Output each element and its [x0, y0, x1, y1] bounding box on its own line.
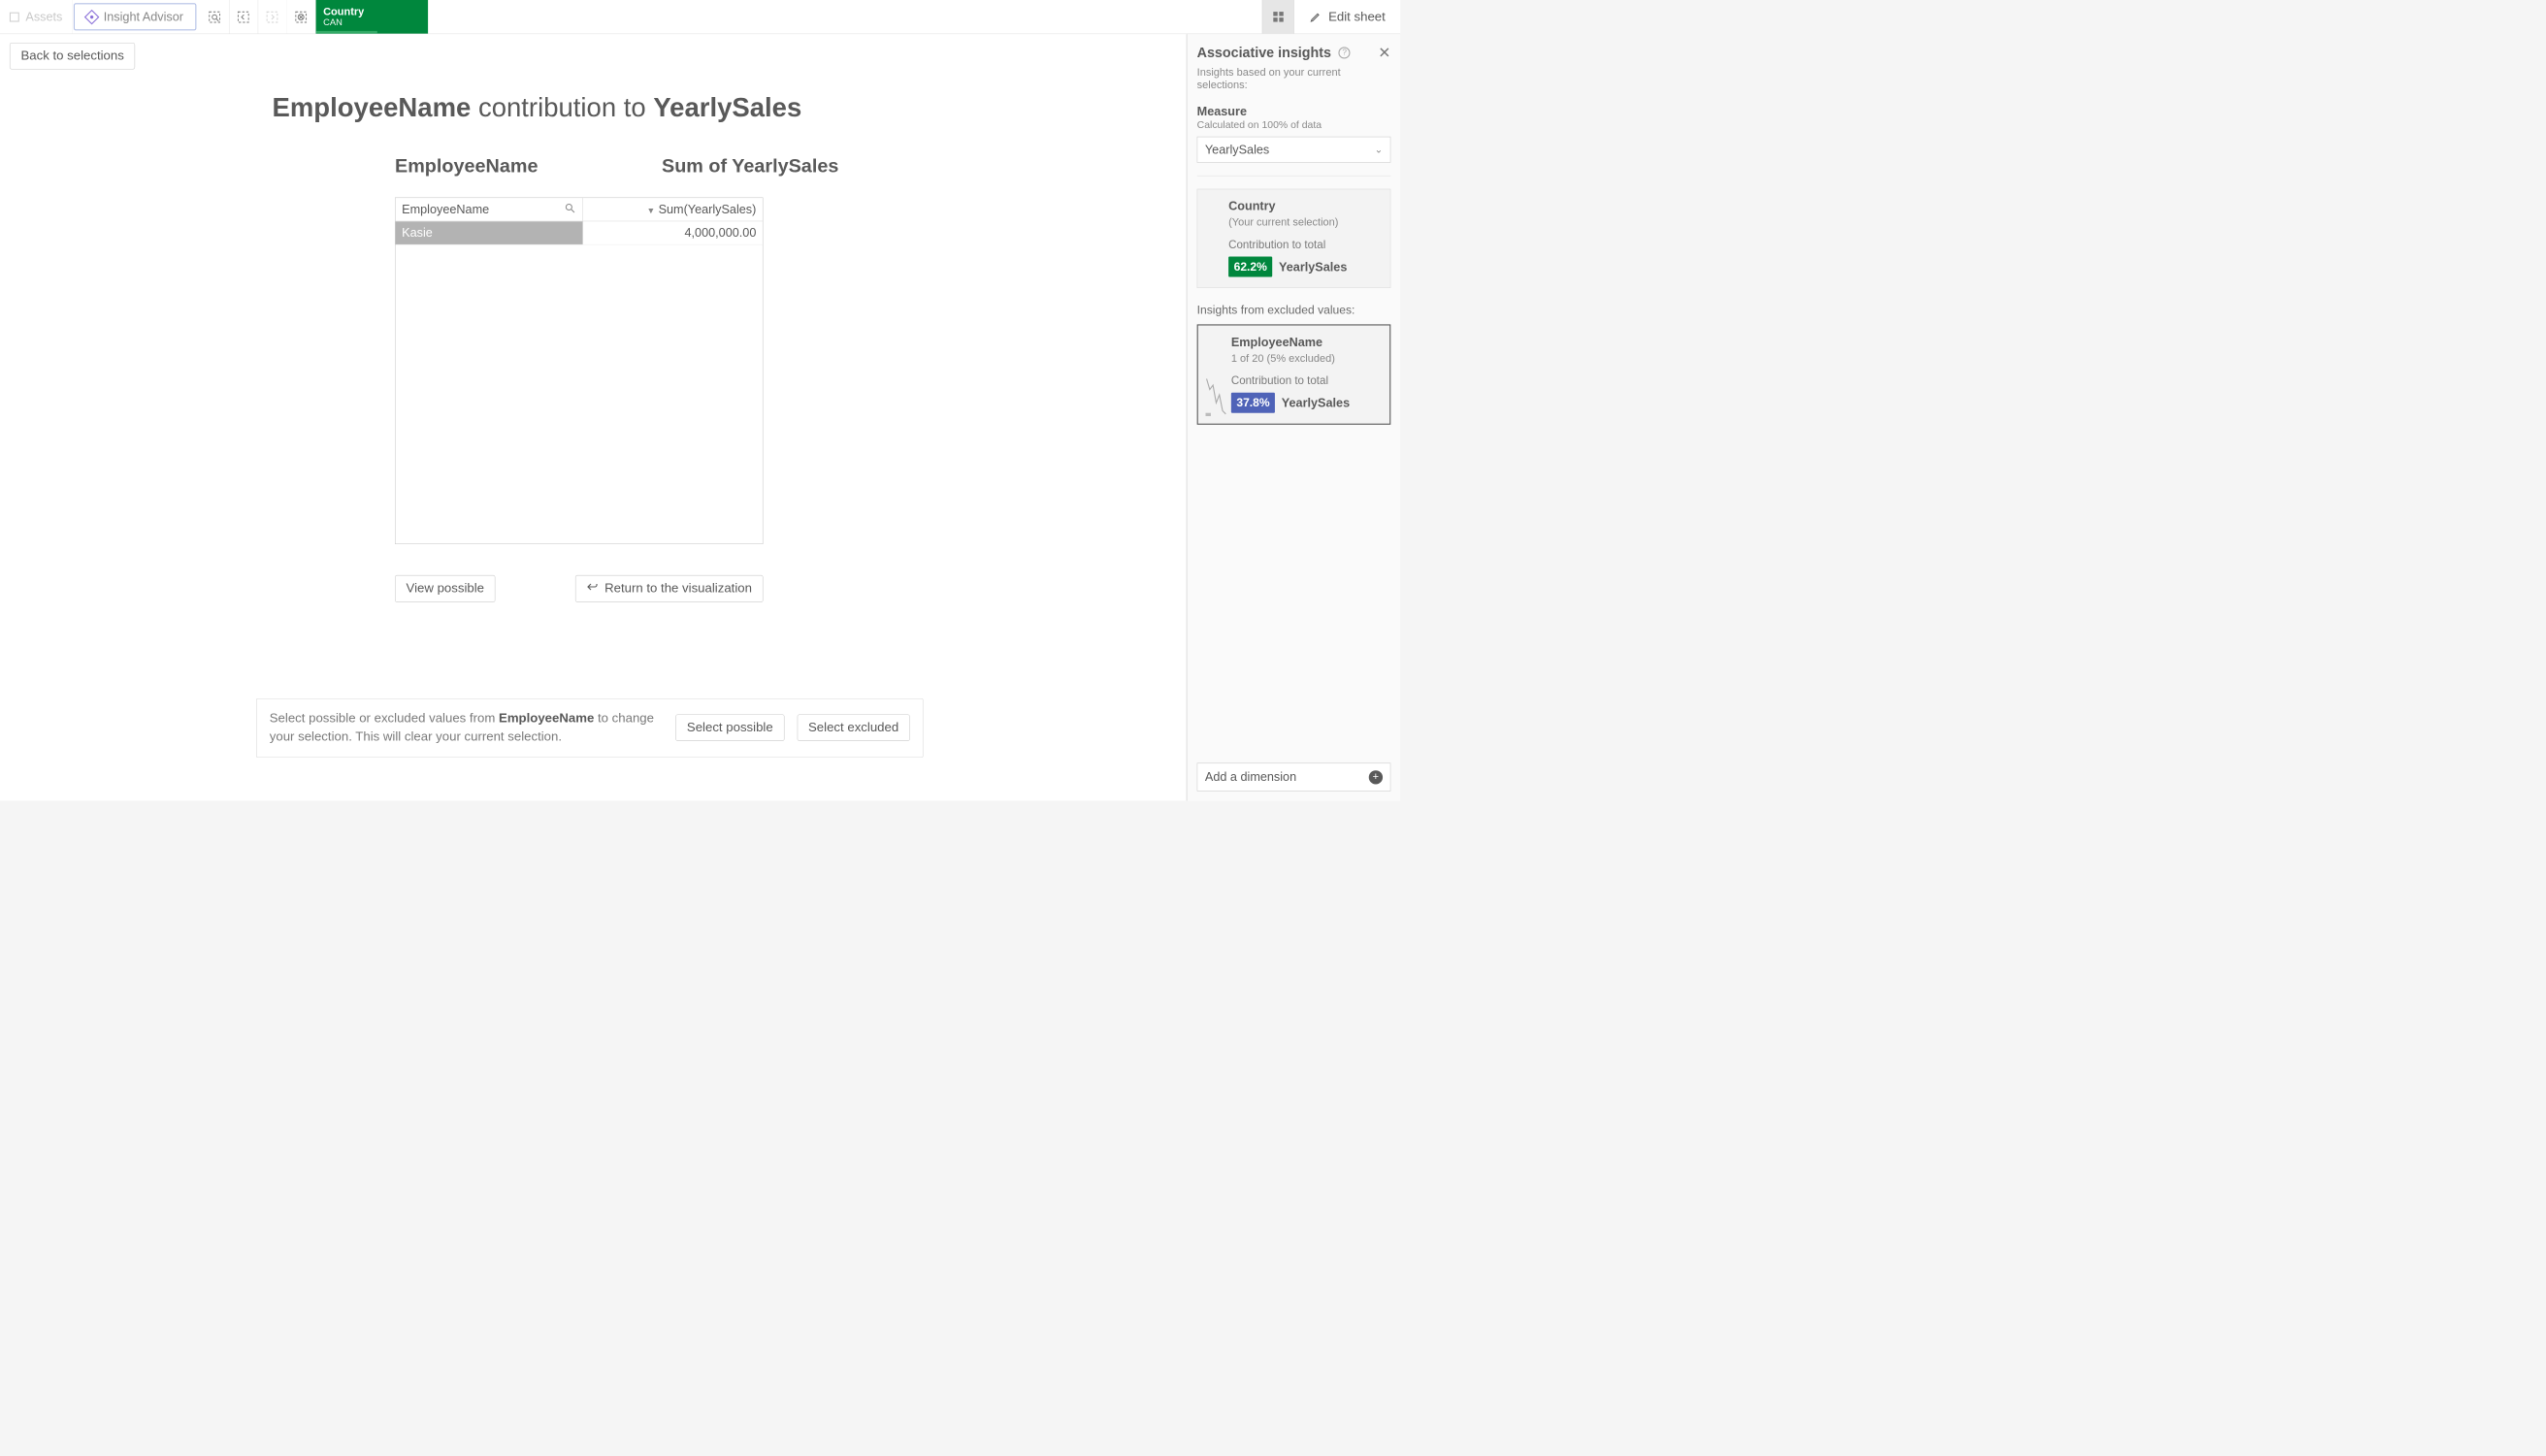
detail-table: EmployeeName ▼Sum(YearlySales): [395, 198, 764, 544]
card-excluded-title: EmployeeName: [1231, 335, 1379, 349]
card-selection-contrib-label: Contribution to total: [1228, 239, 1380, 251]
return-arrow-icon: [586, 581, 598, 597]
associative-insights-toggle[interactable]: [1262, 0, 1294, 34]
step-back-icon: [237, 10, 250, 23]
measure-label: Measure: [1197, 104, 1391, 118]
excluded-section-title: Insights from excluded values:: [1197, 303, 1391, 316]
insight-advisor-button[interactable]: Insight Advisor: [74, 3, 196, 30]
plus-circle-icon: +: [1369, 770, 1383, 784]
select-excluded-button[interactable]: Select excluded: [797, 715, 909, 742]
add-dimension-label: Add a dimension: [1205, 770, 1296, 785]
insight-advisor-icon: [84, 10, 100, 25]
add-dimension-button[interactable]: Add a dimension +: [1197, 763, 1391, 792]
help-icon[interactable]: ?: [1339, 47, 1351, 58]
card-excluded-pct-badge: 37.8%: [1231, 393, 1275, 413]
assets-icon: [10, 12, 19, 21]
clear-selections-icon: [294, 10, 308, 23]
insight-card-excluded[interactable]: EmployeeName 1 of 20 (5% excluded) Contr…: [1197, 324, 1391, 424]
title-dimension: EmployeeName: [273, 92, 472, 122]
cell-sum: 4,000,000.00: [582, 221, 763, 244]
footer-hint-text: Select possible or excluded values from …: [270, 709, 663, 746]
view-possible-label: View possible: [407, 581, 484, 596]
selection-tag-value: CAN: [323, 16, 390, 27]
panel-title: Associative insights: [1197, 45, 1331, 61]
assets-button[interactable]: Assets: [0, 0, 73, 34]
view-possible-button[interactable]: View possible: [395, 575, 496, 602]
step-back-button[interactable]: [229, 0, 258, 34]
assets-label: Assets: [25, 10, 62, 24]
step-forward-button: [258, 0, 287, 34]
table-header-dimension[interactable]: EmployeeName: [396, 198, 582, 221]
card-selection-pct-badge: 62.2%: [1228, 257, 1272, 277]
column-heading-sum: Sum of YearlySales: [662, 155, 849, 178]
chevron-down-icon: ⌄: [1375, 145, 1383, 156]
select-possible-button[interactable]: Select possible: [675, 715, 784, 742]
footer-hint-bar: Select possible or excluded values from …: [256, 698, 924, 758]
panel-subtitle: Insights based on your current selection…: [1197, 67, 1391, 91]
edit-sheet-label: Edit sheet: [1328, 10, 1386, 24]
clear-selections-button[interactable]: [287, 0, 316, 34]
measure-select[interactable]: YearlySales ⌄: [1197, 137, 1391, 163]
insight-advisor-label: Insight Advisor: [104, 10, 183, 24]
measure-select-value: YearlySales: [1205, 143, 1269, 157]
measure-hint: Calculated on 100% of data: [1197, 119, 1391, 131]
select-possible-label: Select possible: [687, 721, 773, 735]
back-to-selections-label: Back to selections: [20, 49, 123, 63]
title-middle: contribution to: [471, 92, 653, 122]
table-header-sum-label: Sum(YearlySales): [659, 202, 757, 215]
table-header-dimension-label: EmployeeName: [402, 202, 489, 215]
panel-separator: [1197, 176, 1391, 177]
card-selection-sub: (Your current selection): [1228, 216, 1380, 229]
select-excluded-label: Select excluded: [808, 721, 898, 735]
table-header-sum[interactable]: ▼Sum(YearlySales): [582, 198, 763, 221]
sparkline-icon: [1205, 373, 1226, 416]
card-excluded-contrib-label: Contribution to total: [1231, 374, 1379, 387]
insight-card-selection[interactable]: Country (Your current selection) Contrib…: [1197, 189, 1391, 288]
top-toolbar: Assets Insight Advisor Country CAN: [0, 0, 1400, 34]
page-title: EmployeeName contribution to YearlySales: [273, 92, 1187, 123]
column-heading-dimension: EmployeeName: [395, 155, 662, 178]
pencil-icon: [1309, 11, 1322, 23]
cell-dimension: Kasie: [396, 221, 582, 244]
card-excluded-sub: 1 of 20 (5% excluded): [1231, 353, 1379, 366]
back-to-selections-button[interactable]: Back to selections: [10, 43, 135, 70]
selection-tag-country[interactable]: Country CAN: [315, 0, 428, 34]
insights-grid-icon: [1273, 12, 1283, 21]
edit-sheet-button[interactable]: Edit sheet: [1294, 0, 1400, 34]
return-to-visualization-label: Return to the visualization: [604, 581, 752, 596]
card-selection-measure: YearlySales: [1279, 260, 1347, 275]
table-row[interactable]: Kasie 4,000,000.00: [396, 221, 763, 244]
footer-dim: EmployeeName: [499, 711, 594, 726]
close-icon[interactable]: ✕: [1378, 44, 1390, 61]
card-selection-title: Country: [1228, 199, 1380, 213]
title-measure: YearlySales: [653, 92, 801, 122]
step-forward-icon: [265, 10, 278, 23]
table-empty-area: [396, 244, 763, 543]
return-to-visualization-button[interactable]: Return to the visualization: [575, 575, 764, 602]
sort-desc-icon: ▼: [647, 207, 656, 216]
search-icon[interactable]: [564, 202, 575, 216]
smart-search-icon: [208, 10, 221, 23]
associative-insights-panel: Associative insights ? ✕ Insights based …: [1187, 34, 1400, 800]
smart-search-button[interactable]: [201, 0, 230, 34]
main-area: Back to selections EmployeeName contribu…: [0, 34, 1187, 800]
selection-tag-field: Country: [323, 6, 390, 16]
card-excluded-measure: YearlySales: [1282, 396, 1350, 410]
footer-pre: Select possible or excluded values from: [270, 711, 499, 726]
